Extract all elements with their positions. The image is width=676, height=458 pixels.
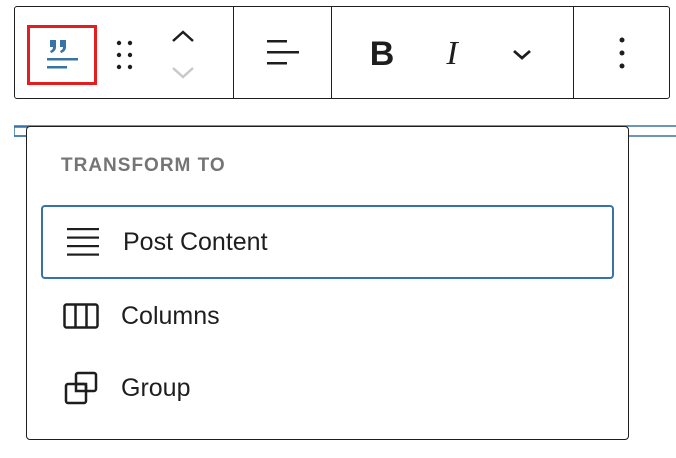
align-button[interactable] xyxy=(263,33,303,73)
move-down-button[interactable] xyxy=(165,57,201,87)
transform-item-columns[interactable]: Columns xyxy=(41,279,614,353)
drag-handle-icon xyxy=(116,40,133,70)
transform-item-label: Post Content xyxy=(123,227,268,256)
drag-handle-button[interactable] xyxy=(111,37,139,73)
block-type-button[interactable] xyxy=(27,25,97,85)
block-tools-group xyxy=(15,7,233,98)
transform-heading: TRANSFORM TO xyxy=(61,155,226,176)
italic-button[interactable]: I xyxy=(432,32,472,76)
bold-button[interactable]: B xyxy=(362,32,402,76)
chevron-up-icon xyxy=(172,30,194,42)
transform-item-post-content[interactable]: Post Content xyxy=(41,205,614,279)
formatting-group: B I xyxy=(331,7,573,98)
quote-icon xyxy=(47,40,78,69)
more-vertical-icon xyxy=(619,37,624,68)
align-left-icon xyxy=(266,39,299,64)
options-group xyxy=(573,7,669,98)
move-up-button[interactable] xyxy=(165,21,201,51)
options-button[interactable] xyxy=(607,28,637,78)
chevron-down-icon xyxy=(513,49,531,60)
block-toolbar: B I xyxy=(14,6,670,99)
transform-item-group[interactable]: Group xyxy=(41,351,614,425)
transform-menu: TRANSFORM TO Post Content Columns Group xyxy=(26,126,629,440)
transform-item-label: Columns xyxy=(121,301,220,330)
group-icon xyxy=(63,370,99,406)
alignment-group xyxy=(233,7,331,98)
columns-icon xyxy=(63,298,99,334)
more-formatting-button[interactable] xyxy=(502,40,542,70)
transform-item-label: Group xyxy=(121,373,191,402)
block-mover xyxy=(165,21,201,87)
post-content-icon xyxy=(65,224,101,260)
chevron-down-icon xyxy=(172,67,194,79)
